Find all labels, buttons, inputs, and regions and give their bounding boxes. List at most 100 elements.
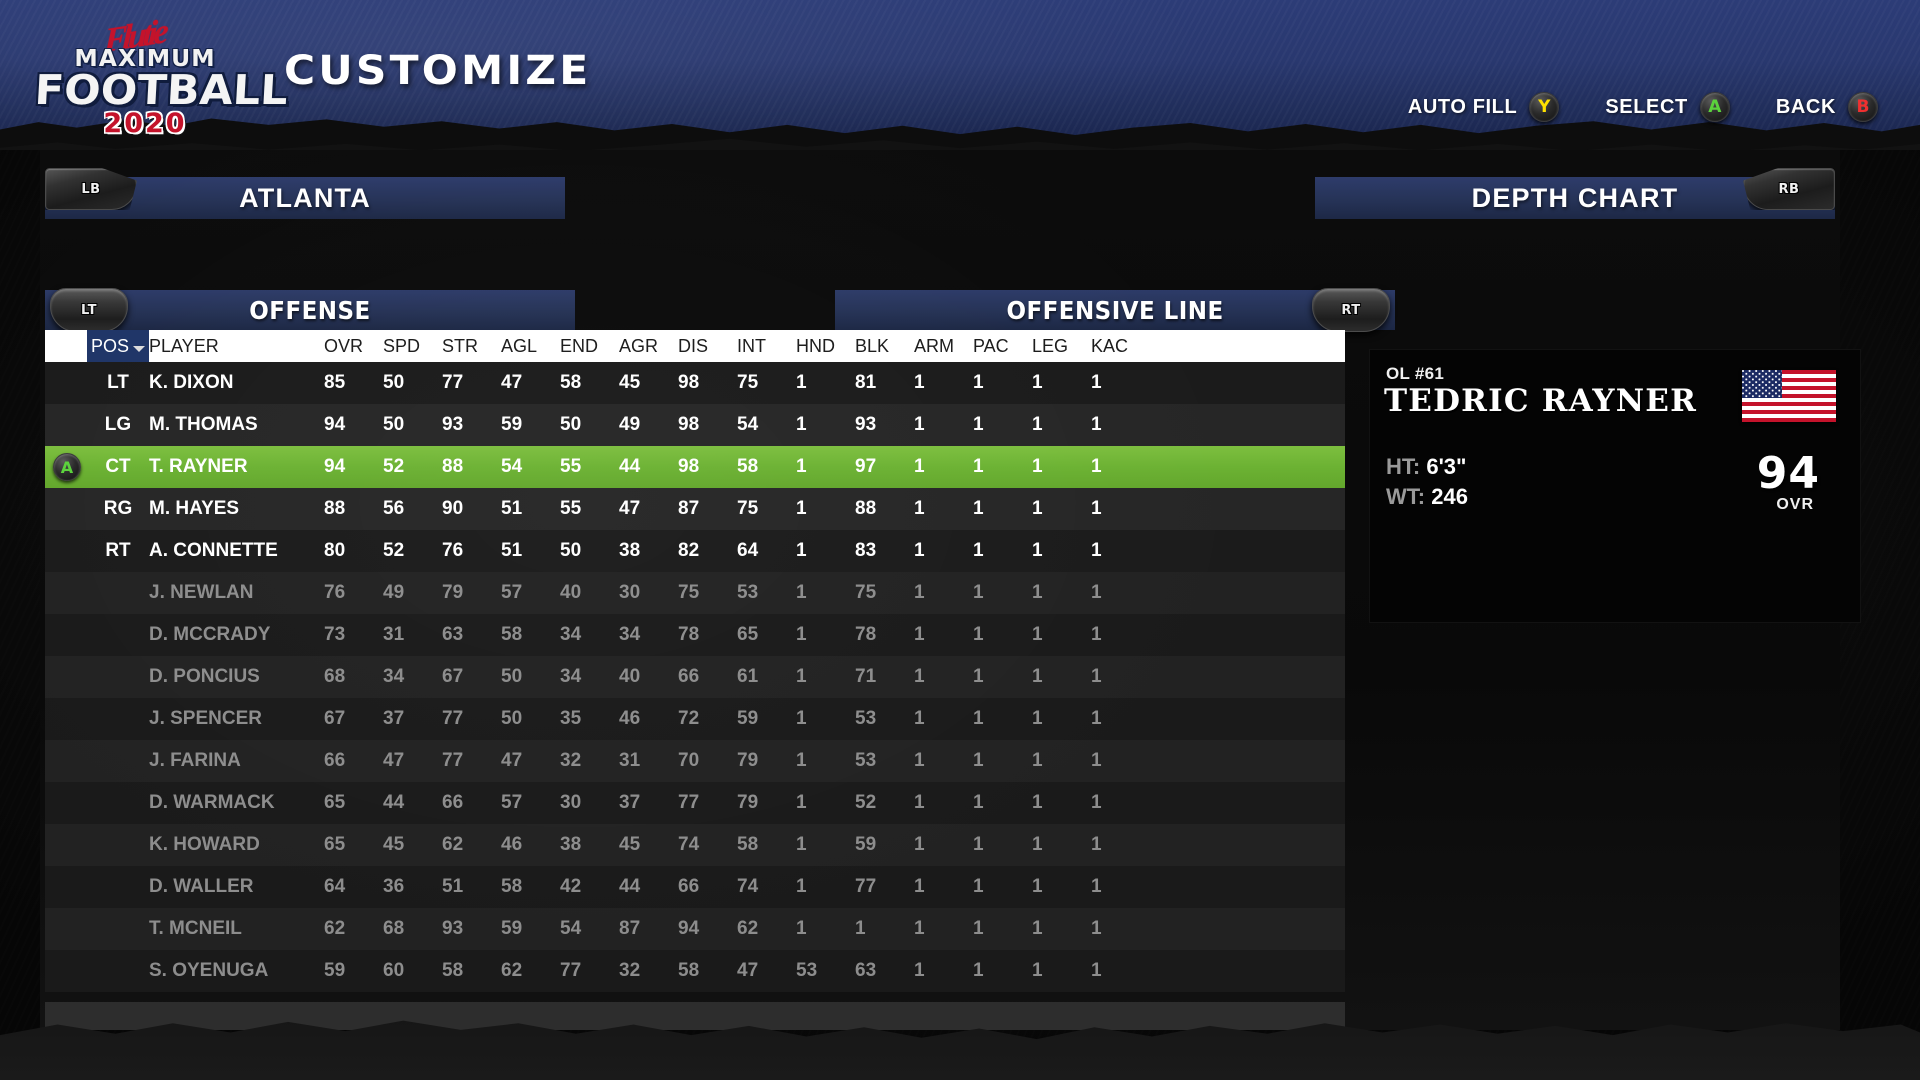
prompt-auto-fill[interactable]: AUTO FILL Y — [1408, 92, 1560, 122]
table-row[interactable]: D. WALLER 64 36 51 58 42 44 66 74 1 77 1 1 1 1 — [45, 866, 1345, 908]
rt-trigger-label: RT — [1341, 302, 1361, 318]
row-stat-str: 77 — [442, 372, 464, 393]
game-logo: Flutie MAXIMUM FOOTBALL 2020 — [33, 13, 289, 139]
table-header-dis[interactable]: DIS — [678, 336, 737, 357]
table-header-kac[interactable]: KAC — [1091, 336, 1150, 357]
table-row[interactable]: RG M. HAYES 88 56 90 51 55 47 87 75 1 88 1 1 1 1 — [45, 488, 1345, 530]
table-row[interactable]: LG M. THOMAS 94 50 93 59 50 49 98 54 1 93 1 1 1 1 — [45, 404, 1345, 446]
prompt-back[interactable]: BACK B — [1776, 92, 1878, 122]
row-stat-blk: 59 — [855, 834, 877, 855]
row-stat-agr: 32 — [619, 960, 641, 981]
table-header-agr[interactable]: AGR — [619, 336, 678, 357]
sort-descending-icon — [133, 346, 145, 352]
table-row[interactable]: K. HOWARD 65 45 62 46 38 45 74 58 1 59 1 1 1 1 — [45, 824, 1345, 866]
table-row[interactable]: S. OYENUGA 59 60 58 62 77 32 58 47 53 63 1 1 1 1 — [45, 950, 1345, 992]
row-stat-str: 58 — [442, 960, 464, 981]
row-stat-str: 88 — [442, 456, 464, 477]
rb-bumper-icon[interactable]: RB — [1743, 168, 1835, 210]
table-header-leg[interactable]: LEG — [1032, 336, 1091, 357]
row-stat-agr: 40 — [619, 666, 641, 687]
table-row[interactable]: A CT T. RAYNER 94 52 88 54 55 44 98 58 1 97 1 1 1 1 — [45, 446, 1345, 488]
table-row[interactable]: T. MCNEIL 62 68 93 59 54 87 94 62 1 1 1 1 1 1 — [45, 908, 1345, 950]
row-stat-agl: 50 — [501, 708, 523, 729]
y-button-icon[interactable]: Y — [1529, 92, 1560, 122]
row-stat-spd: 50 — [383, 414, 405, 435]
table-row[interactable]: D. MCCRADY 73 31 63 58 34 34 78 65 1 78 1 1 1 1 — [45, 614, 1345, 656]
player-weight: WT: 246 — [1386, 484, 1468, 510]
row-stat-pac: 1 — [973, 918, 984, 939]
row-stat-str: 93 — [442, 918, 464, 939]
row-stat-agl: 47 — [501, 372, 523, 393]
lt-trigger-icon[interactable]: LT — [50, 288, 128, 332]
prompt-select[interactable]: SELECT A — [1605, 92, 1730, 122]
flag-canton — [1742, 370, 1782, 398]
row-stat-ovr: 62 — [324, 918, 346, 939]
rt-trigger-icon[interactable]: RT — [1312, 288, 1390, 332]
table-row[interactable]: D. PONCIUS 68 34 67 50 34 40 66 61 1 71 1 1 1 1 — [45, 656, 1345, 698]
a-button-icon[interactable]: A — [1699, 92, 1730, 122]
row-stat-blk: 75 — [855, 582, 877, 603]
row-player-name: D. WARMACK — [149, 792, 275, 813]
row-stat-end: 55 — [560, 498, 582, 519]
player-weight-key: WT: — [1386, 484, 1426, 509]
row-stat-int: 64 — [737, 540, 759, 561]
y-button-letter: Y — [1538, 96, 1551, 117]
row-stat-pac: 1 — [973, 414, 984, 435]
row-stat-agl: 59 — [501, 918, 523, 939]
row-stat-pac: 1 — [973, 708, 984, 729]
row-stat-end: 54 — [560, 918, 582, 939]
table-header-hnd[interactable]: HND — [796, 336, 855, 357]
row-stat-arm: 1 — [914, 498, 925, 519]
table-header-ovr[interactable]: OVR — [324, 336, 383, 357]
table-row[interactable]: RT A. CONNETTE 80 52 76 51 50 38 82 64 1 83 1 1 1 1 — [45, 530, 1345, 572]
row-stat-agr: 34 — [619, 624, 641, 645]
table-header-spd[interactable]: SPD — [383, 336, 442, 357]
lt-trigger-label: LT — [81, 302, 97, 318]
b-button-icon[interactable]: B — [1848, 92, 1878, 122]
tab-offensive-line[interactable]: OFFENSIVE LINE — [835, 290, 1395, 330]
row-stat-dis: 58 — [678, 960, 700, 981]
table-row[interactable]: J. NEWLAN 76 49 79 57 40 30 75 53 1 75 1 1 1 1 — [45, 572, 1345, 614]
row-stat-blk: 63 — [855, 960, 877, 981]
row-player-name: J. SPENCER — [149, 708, 262, 729]
row-stat-end: 34 — [560, 666, 582, 687]
tab-offense-label: OFFENSE — [249, 295, 371, 325]
table-row[interactable]: LT K. DIXON 85 50 77 47 58 45 98 75 1 81 1 1 1 1 — [45, 362, 1345, 404]
table-header-player[interactable]: PLAYER — [149, 336, 324, 357]
table-row[interactable]: J. SPENCER 67 37 77 50 35 46 72 59 1 53 1 1 1 1 — [45, 698, 1345, 740]
table-row[interactable]: D. WARMACK 65 44 66 57 30 37 77 79 1 52 1 1 1 1 — [45, 782, 1345, 824]
table-header-int[interactable]: INT — [737, 336, 796, 357]
row-stat-spd: 49 — [383, 582, 405, 603]
row-stat-leg: 1 — [1032, 750, 1043, 771]
a-button-icon[interactable]: A — [53, 453, 81, 481]
row-stat-agr: 45 — [619, 834, 641, 855]
row-stat-int: 59 — [737, 708, 759, 729]
table-header-end[interactable]: END — [560, 336, 619, 357]
row-stat-spd: 60 — [383, 960, 405, 981]
row-stat-spd: 37 — [383, 708, 405, 729]
row-stat-ovr: 76 — [324, 582, 346, 603]
row-stat-leg: 1 — [1032, 708, 1043, 729]
table-row[interactable]: J. FARINA 66 47 77 47 32 31 70 79 1 53 1 1 1 1 — [45, 740, 1345, 782]
row-stat-hnd: 1 — [796, 540, 807, 561]
row-stat-agl: 50 — [501, 666, 523, 687]
row-stat-ovr: 66 — [324, 750, 346, 771]
row-position: CT — [105, 456, 131, 477]
table-header-pac[interactable]: PAC — [973, 336, 1032, 357]
row-stat-dis: 74 — [678, 834, 700, 855]
table-header-str[interactable]: STR — [442, 336, 501, 357]
table-header-arm[interactable]: ARM — [914, 336, 973, 357]
row-stat-end: 77 — [560, 960, 582, 981]
a-button-letter: A — [1708, 96, 1722, 117]
lb-bumper-icon[interactable]: LB — [45, 168, 137, 210]
table-header-blk[interactable]: BLK — [855, 336, 914, 357]
row-player-name: M. HAYES — [149, 498, 240, 519]
row-player-name: D. WALLER — [149, 876, 254, 897]
row-stat-leg: 1 — [1032, 456, 1043, 477]
row-stat-hnd: 1 — [796, 876, 807, 897]
table-header-pos[interactable]: POS — [87, 330, 149, 362]
row-stat-ovr: 73 — [324, 624, 346, 645]
row-stat-agr: 44 — [619, 876, 641, 897]
table-header-agl[interactable]: AGL — [501, 336, 560, 357]
rb-bumper-label: RB — [1778, 181, 1800, 197]
